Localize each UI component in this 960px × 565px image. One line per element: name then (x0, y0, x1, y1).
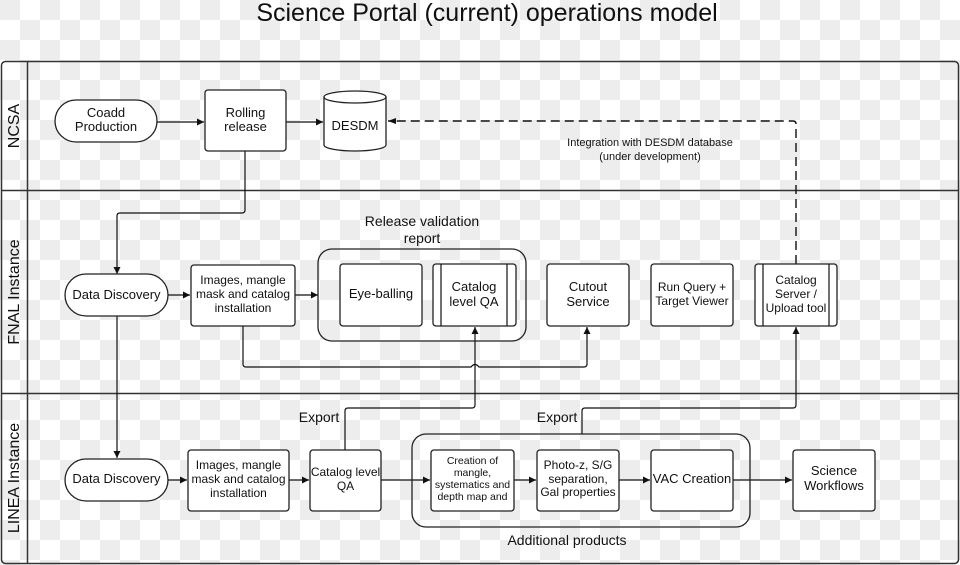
node-eye-balling[interactable]: Eye-balling (339, 263, 423, 327)
export-label-1: Export (299, 409, 340, 425)
node-rolling-release-text-1: Rolling (226, 105, 266, 120)
node-science-workflows-text-2: Workflows (804, 478, 864, 493)
dashed-arrowhead (388, 118, 396, 124)
node-fnal-images-install-text-3: installation (215, 301, 272, 315)
node-fnal-images-install-text-1: Images, mangle (200, 273, 286, 287)
node-catalog-server[interactable]: Catalog Server / Upload tool (754, 263, 838, 327)
lane-label-fnal: FNAL Instance (6, 239, 23, 344)
operations-diagram: Science Portal (current) operations mode… (0, 0, 960, 565)
node-linea-catalog-qa-text-2: QA (337, 479, 354, 493)
node-cutout-service[interactable]: Cutout Service (546, 263, 630, 327)
release-validation-label-line1: Release validation (365, 213, 479, 229)
node-catalog-server-text-2: Server / (775, 287, 818, 301)
node-run-query-text-2: Target Viewer (655, 294, 728, 308)
node-fnal-data-discovery-text: Data Discovery (72, 287, 161, 302)
node-mangle-creation-text-3: systematics and (435, 479, 510, 491)
node-fnal-data-discovery[interactable]: Data Discovery (64, 273, 169, 317)
node-eye-balling-text: Eye-balling (349, 286, 413, 301)
node-linea-images-install[interactable]: Images, mangle mask and catalog installa… (187, 449, 290, 512)
node-run-query-text-1: Run Query + (658, 280, 726, 294)
node-rolling-release-text-2: release (224, 119, 267, 134)
node-coadd-production-text-1: Coadd (87, 105, 125, 120)
node-desdm-database[interactable]: DESDM (323, 90, 387, 152)
diagram-title: Science Portal (current) operations mode… (256, 0, 717, 27)
node-coadd-production[interactable]: Coadd Production (54, 99, 158, 143)
node-catalog-server-text-3: Upload tool (766, 301, 827, 315)
node-photoz-text-2: separation, (548, 472, 607, 486)
node-linea-images-install-text-1: Images, mangle (196, 458, 282, 472)
node-vac-creation[interactable]: VAC Creation (650, 449, 734, 512)
node-mangle-creation-text-2: mangle, (454, 467, 491, 479)
lane-label-ncsa: NCSA (6, 103, 23, 148)
node-mangle-creation-text-1: Creation of (447, 455, 498, 467)
node-mangle-creation[interactable]: Creation of mangle, systematics and dept… (430, 449, 515, 512)
node-cutout-service-text-2: Service (566, 294, 609, 309)
release-validation-label-line2: report (404, 230, 441, 246)
node-science-workflows[interactable]: Science Workflows (792, 449, 876, 512)
node-linea-images-install-text-3: installation (210, 486, 267, 500)
integration-note-line1: Integration with DESDM database (567, 137, 733, 149)
node-fnal-catalog-qa-text-2: level QA (449, 294, 498, 309)
node-coadd-production-text-2: Production (75, 119, 137, 134)
node-linea-catalog-qa[interactable]: Catalog level QA (309, 449, 382, 512)
node-photoz-text-1: Photo-z, S/G (544, 458, 613, 472)
node-mangle-creation-text-4: depth map and (437, 491, 507, 503)
additional-products-label: Additional products (507, 532, 626, 548)
node-fnal-catalog-qa-text-1: Catalog (452, 279, 497, 294)
integration-note-line2: (under development) (599, 151, 701, 163)
edge-export-to-catalog-server (581, 327, 800, 434)
edge-export-to-fnal-qa (344, 327, 479, 450)
node-photoz[interactable]: Photo-z, S/G separation, Gal properties (536, 449, 620, 512)
node-fnal-images-install[interactable]: Images, mangle mask and catalog installa… (190, 264, 296, 327)
node-fnal-images-install-text-2: mask and catalog (196, 287, 290, 301)
edge-rolling-to-fnal-discovery (113, 151, 246, 274)
export-label-2: Export (537, 409, 578, 425)
node-science-workflows-text-1: Science (811, 463, 857, 478)
node-fnal-catalog-qa[interactable]: Catalog level QA (432, 263, 517, 327)
node-photoz-text-3: Gal properties (540, 485, 615, 499)
node-catalog-server-text-1: Catalog (775, 273, 816, 287)
node-rolling-release[interactable]: Rolling release (204, 89, 287, 152)
node-cutout-service-text-1: Cutout (569, 279, 608, 294)
node-linea-data-discovery-text: Data Discovery (72, 471, 161, 486)
node-linea-images-install-text-2: mask and catalog (191, 472, 285, 486)
node-linea-data-discovery[interactable]: Data Discovery (64, 458, 169, 502)
node-vac-creation-text: VAC Creation (653, 471, 732, 486)
edge-fnal-install-to-cutout (242, 326, 591, 368)
node-desdm-text: DESDM (332, 118, 379, 133)
lane-label-linea: LINEA Instance (6, 423, 23, 533)
node-run-query[interactable]: Run Query + Target Viewer (650, 263, 734, 327)
node-linea-catalog-qa-text-1: Catalog level (311, 465, 380, 479)
